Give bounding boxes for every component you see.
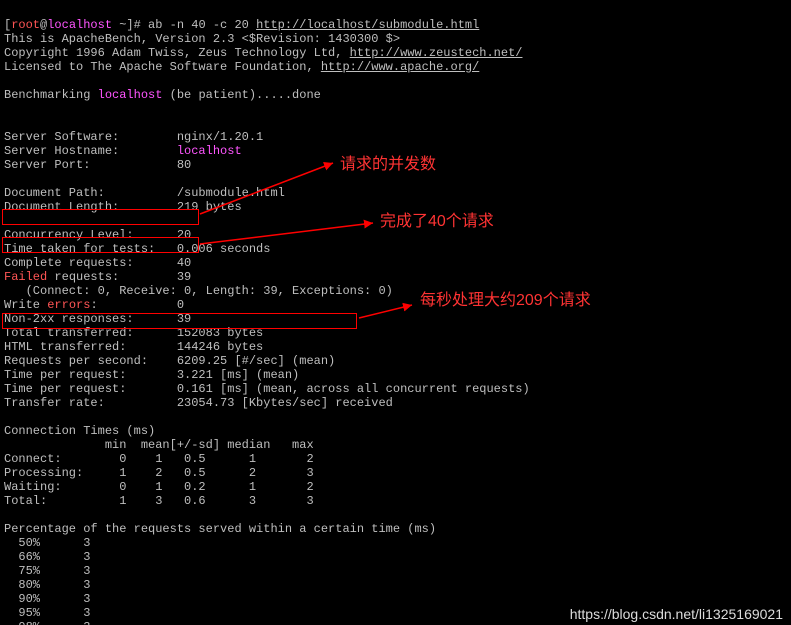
prompt-host: localhost	[47, 18, 112, 32]
header-line-3: Licensed to The Apache Software Foundati…	[4, 60, 479, 74]
html-transferred: HTML transferred: 144246 bytes	[4, 340, 263, 354]
document-length: Document Length: 219 bytes	[4, 200, 242, 214]
p66: 66% 3	[4, 550, 90, 564]
requests-per-second: Requests per second: 6209.25 [#/sec] (me…	[4, 354, 335, 368]
server-hostname: Server Hostname: localhost	[4, 144, 242, 158]
total-transferred: Total transferred: 152083 bytes	[4, 326, 263, 340]
time-per-request-2: Time per request: 0.161 [ms] (mean, acro…	[4, 382, 530, 396]
failed-detail: (Connect: 0, Receive: 0, Length: 39, Exc…	[4, 284, 393, 298]
prompt-user: root	[11, 18, 40, 32]
prompt-line[interactable]: [root@localhost ~]# ab -n 40 -c 20 http:…	[4, 18, 479, 32]
header-line-1: This is ApacheBench, Version 2.3 <$Revis…	[4, 32, 400, 46]
time-taken: Time taken for tests: 0.006 seconds	[4, 242, 270, 256]
document-path: Document Path: /submodule.html	[4, 186, 285, 200]
conn-times-title: Connection Times (ms)	[4, 424, 155, 438]
complete-requests: Complete requests: 40	[4, 256, 191, 270]
conn-total: Total: 1 3 0.6 3 3	[4, 494, 314, 508]
p80: 80% 3	[4, 578, 90, 592]
concurrency-level: Concurrency Level: 20	[4, 228, 191, 242]
write-errors: Write errors: 0	[4, 298, 184, 312]
command-text: ab -n 40 -c 20	[148, 18, 256, 32]
server-software: Server Software: nginx/1.20.1	[4, 130, 263, 144]
header-line-2: Copyright 1996 Adam Twiss, Zeus Technolo…	[4, 46, 522, 60]
terminal-output: [root@localhost ~]# ab -n 40 -c 20 http:…	[0, 0, 534, 625]
server-port: Server Port: 80	[4, 158, 191, 172]
percentiles-title: Percentage of the requests served within…	[4, 522, 436, 536]
benchmarking-line: Benchmarking localhost (be patient).....…	[4, 88, 321, 102]
p90: 90% 3	[4, 592, 90, 606]
conn-connect: Connect: 0 1 0.5 1 2	[4, 452, 314, 466]
watermark: https://blog.csdn.net/li1325169021	[570, 607, 783, 621]
p98: 98% 3	[4, 620, 90, 625]
p50: 50% 3	[4, 536, 90, 550]
conn-waiting: Waiting: 0 1 0.2 1 2	[4, 480, 314, 494]
p95: 95% 3	[4, 606, 90, 620]
conn-times-header: min mean[+/-sd] median max	[4, 438, 314, 452]
time-per-request-1: Time per request: 3.221 [ms] (mean)	[4, 368, 299, 382]
transfer-rate: Transfer rate: 23054.73 [Kbytes/sec] rec…	[4, 396, 393, 410]
p75: 75% 3	[4, 564, 90, 578]
non-2xx: Non-2xx responses: 39	[4, 312, 191, 326]
conn-processing: Processing: 1 2 0.5 2 3	[4, 466, 314, 480]
failed-requests: Failed requests: 39	[4, 270, 191, 284]
command-url: http://localhost/submodule.html	[256, 18, 479, 32]
